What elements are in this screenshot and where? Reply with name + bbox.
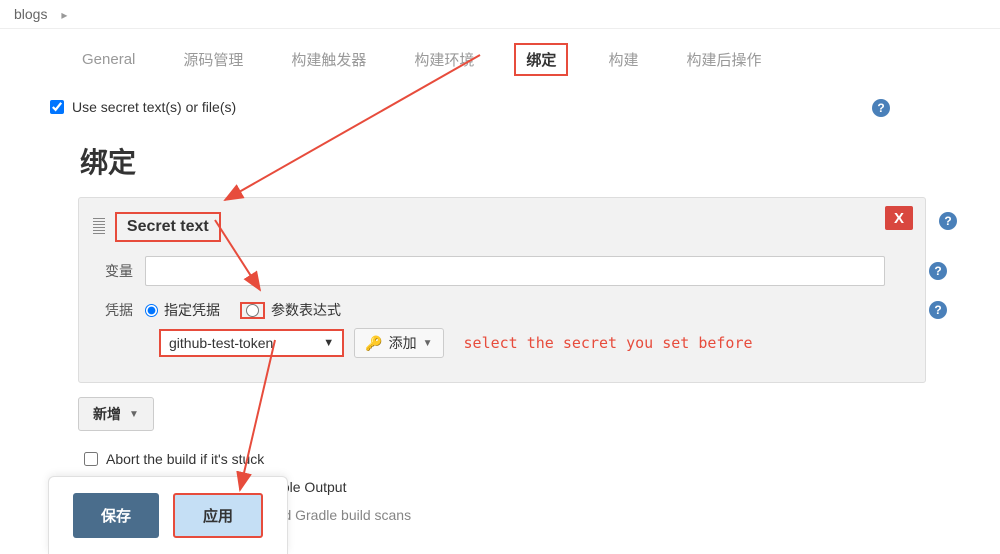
annotation-text: select the secret you set before [464, 334, 753, 352]
abort-checkbox[interactable] [84, 452, 98, 466]
apply-button[interactable]: 应用 [173, 493, 263, 538]
tab-scm[interactable]: 源码管理 [175, 45, 251, 74]
tab-general[interactable]: General [74, 47, 143, 72]
binding-title: 绑定 [50, 121, 950, 197]
help-icon[interactable]: ? [929, 301, 947, 319]
action-bar: 保存 应用 [48, 476, 288, 554]
specify-cred-radio[interactable] [145, 304, 158, 317]
breadcrumb-item[interactable]: blogs [14, 6, 47, 22]
tab-bar: General 源码管理 构建触发器 构建环境 绑定 构建 构建后操作 [0, 29, 1000, 87]
chevron-right-icon: ▸ [61, 8, 67, 22]
save-button[interactable]: 保存 [73, 493, 159, 538]
tab-binding[interactable]: 绑定 [514, 43, 568, 76]
new-label: 新增 [93, 404, 121, 424]
tab-env[interactable]: 构建环境 [406, 45, 482, 74]
abort-row: Abort the build if it's stuck [84, 445, 950, 473]
specify-cred-label: 指定凭据 [164, 300, 220, 320]
remove-button[interactable]: X [885, 206, 913, 230]
binding-box: Secret text X ? 变量 ? 凭据 指定凭据 参数表达式 [78, 197, 926, 383]
chevron-down-icon: ▼ [423, 338, 433, 349]
help-icon[interactable]: ? [939, 212, 957, 230]
secret-text-label: Secret text [115, 212, 221, 242]
chevron-down-icon: ▼ [323, 337, 334, 349]
abort-label: Abort the build if it's stuck [106, 451, 264, 467]
use-secret-label: Use secret text(s) or file(s) [72, 99, 236, 115]
tab-build[interactable]: 构建 [600, 45, 646, 74]
tab-postbuild[interactable]: 构建后操作 [678, 45, 769, 74]
tab-trigger[interactable]: 构建触发器 [283, 45, 374, 74]
breadcrumb: blogs ▸ [0, 0, 1000, 29]
new-binding-button[interactable]: 新增 ▼ [78, 397, 154, 431]
use-secret-row: Use secret text(s) or file(s) ? [50, 93, 950, 121]
add-credential-button[interactable]: 🔑 添加 ▼ [354, 328, 443, 358]
credential-radio-group: 指定凭据 参数表达式 [145, 300, 355, 320]
variable-label: 变量 [105, 261, 145, 281]
help-icon[interactable]: ? [872, 99, 890, 117]
add-label: 添加 [389, 333, 417, 353]
variable-input[interactable] [145, 256, 885, 286]
credential-select[interactable]: github-test-token ▼ [159, 329, 344, 357]
credential-row: 凭据 指定凭据 参数表达式 ? [93, 300, 915, 320]
credential-select-row: github-test-token ▼ 🔑 添加 ▼ select the se… [93, 328, 915, 358]
secret-text-header: Secret text [93, 212, 915, 242]
credential-selected-value: github-test-token [169, 335, 273, 351]
key-icon: 🔑 [365, 335, 382, 352]
param-expr-label: 参数表达式 [271, 300, 341, 320]
credential-label: 凭据 [105, 300, 145, 320]
param-expr-radio[interactable] [246, 304, 259, 317]
chevron-down-icon: ▼ [129, 409, 139, 420]
param-expr-highlight [240, 302, 265, 319]
drag-handle-icon[interactable] [93, 218, 105, 236]
variable-row: 变量 ? [93, 256, 915, 286]
use-secret-checkbox[interactable] [50, 100, 64, 114]
help-icon[interactable]: ? [929, 262, 947, 280]
